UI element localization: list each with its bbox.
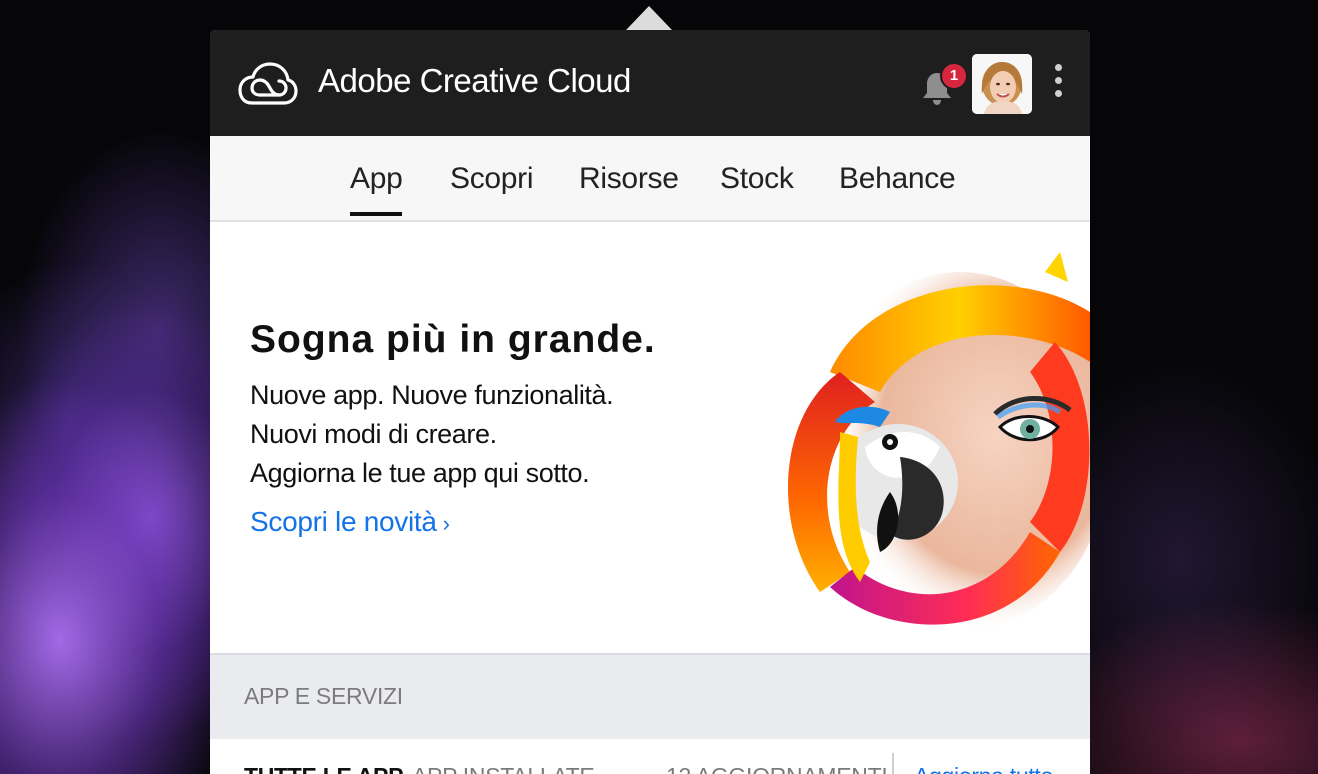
discover-news-label: Scopri le novità (250, 506, 437, 537)
section-title: APP E SERVIZI (244, 683, 403, 709)
avatar[interactable] (972, 54, 1032, 114)
hero-headline: Sogna più in grande. (250, 318, 656, 361)
notification-badge: 1 (940, 62, 968, 90)
tab-scopri[interactable]: Scopri (450, 162, 534, 196)
tab-risorse[interactable]: Risorse (579, 162, 679, 196)
creative-cloud-logo-icon (238, 62, 298, 105)
user-avatar-image (972, 54, 1032, 114)
app-header: Adobe Creative Cloud 1 (210, 30, 1090, 136)
tab-behance[interactable]: Behance (839, 162, 956, 196)
filter-updates[interactable]: 12 AGGIORNAMENTI (666, 763, 888, 774)
popover-caret (626, 6, 672, 30)
hero-line: Aggiorna le tue app qui sotto. (250, 458, 590, 488)
tab-app[interactable]: App (350, 162, 403, 216)
filter-installed-apps[interactable]: APP INSTALLATE (412, 763, 595, 774)
apps-services-section: APP E SERVIZI (210, 653, 1090, 741)
filter-all-apps[interactable]: TUTTE LE APP (244, 763, 403, 774)
app-title: Adobe Creative Cloud (318, 62, 631, 99)
tab-stock[interactable]: Stock (720, 162, 794, 196)
hero-line: Nuovi modi di creare. (250, 419, 497, 449)
hero-line: Nuove app. Nuove funzionalità. (250, 380, 614, 410)
creative-cloud-panel: Adobe Creative Cloud 1 App Scopri Risors… (210, 30, 1090, 774)
main-tabs: App Scopri Risorse Stock Behance (210, 136, 1090, 222)
chevron-right-icon: › (442, 511, 450, 536)
discover-news-link[interactable]: Scopri le novità › (250, 506, 450, 538)
apps-filter-bar: TUTTE LE APP APP INSTALLATE 12 AGGIORNAM… (210, 739, 1090, 774)
update-all-link[interactable]: Aggiorna tutto (914, 763, 1053, 774)
promo-banner: Sogna più in grande. Nuove app. Nuove fu… (210, 222, 1090, 653)
hero-artwork-image (590, 222, 1090, 653)
filter-divider (892, 753, 894, 774)
more-vertical-icon[interactable] (1050, 64, 1066, 104)
